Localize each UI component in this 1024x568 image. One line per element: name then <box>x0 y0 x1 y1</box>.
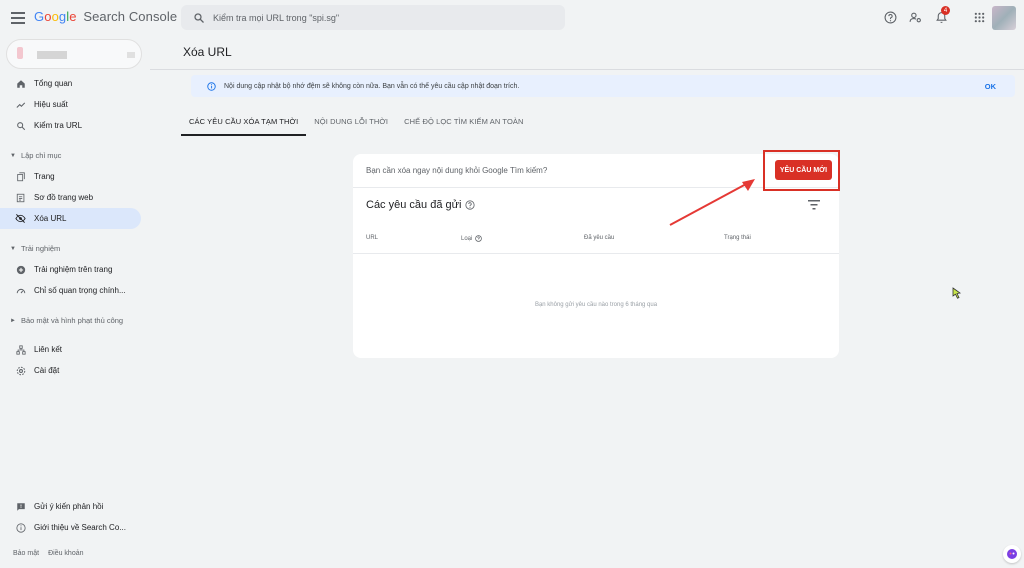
search-icon <box>194 12 204 23</box>
manage-users-icon[interactable] <box>906 8 924 26</box>
sidebar-item-label: Trang <box>34 172 55 181</box>
apps-grid-icon[interactable] <box>970 8 988 26</box>
menu-icon[interactable] <box>10 10 26 26</box>
notification-badge: 4 <box>941 6 950 15</box>
help-icon[interactable] <box>881 8 899 26</box>
new-request-button[interactable]: YÊU CẦU MỚI <box>775 160 832 180</box>
column-header-url[interactable]: URL <box>366 235 378 241</box>
logo-letter: e <box>69 9 77 24</box>
card-header: Bạn cần xóa ngay nội dung khỏi Google Tì… <box>353 150 840 191</box>
requests-card: Bạn cần xóa ngay nội dung khỏi Google Tì… <box>353 150 840 358</box>
help-icon[interactable] <box>465 200 476 210</box>
sidebar-item-label: Trải nghiệm trên trang <box>34 265 113 274</box>
sidebar-item-overview[interactable]: Tổng quan <box>0 73 141 94</box>
section-label: Trải nghiệm <box>20 244 61 253</box>
chevron-down-icon: ▼ <box>10 245 16 252</box>
card-heading: Các yêu cầu đã gửi <box>366 199 476 211</box>
notifications-icon[interactable]: 4 <box>932 6 950 26</box>
banner-text: Nội dung cập nhật bộ nhớ đệm sẽ không cò… <box>224 82 520 90</box>
tab-safesearch-filtering[interactable]: CHẾ ĐỘ LỌC TÌM KIẾM AN TOÀN <box>396 112 531 136</box>
sidebar-item-label: Giới thiệu về Search Co... <box>34 523 126 532</box>
links-icon <box>15 344 26 355</box>
sidebar-item-label: Tổng quan <box>34 79 73 88</box>
sidebar: Tổng quan Hiệu suất Kiểm tra URL ▼ Lập ch… <box>0 36 150 568</box>
chevron-right-icon: ► <box>10 317 16 324</box>
footer-links: Bảo mật Điều khoản <box>13 550 93 557</box>
property-selector[interactable] <box>6 39 142 69</box>
sidebar-item-removals[interactable]: Xóa URL <box>0 208 141 229</box>
trending-up-icon <box>15 99 26 110</box>
sitemap-icon <box>15 192 26 203</box>
url-inspect-search[interactable] <box>181 5 565 30</box>
page-icon <box>15 171 26 182</box>
filter-icon[interactable] <box>808 200 820 210</box>
sidebar-item-label: Liên kết <box>34 345 63 354</box>
empty-state-message: Bạn không gửi yêu cầu nào trong 6 tháng … <box>534 302 658 308</box>
sidebar-item-about[interactable]: Giới thiệu về Search Co... <box>0 517 141 538</box>
column-header-status[interactable]: Trạng thái <box>724 235 751 241</box>
plus-circle-icon <box>15 264 26 275</box>
page-title: Xóa URL <box>183 45 232 59</box>
sidebar-item-feedback[interactable]: Gửi ý kiến phản hồi <box>0 496 141 517</box>
table-header-divider <box>353 253 839 254</box>
sidebar-item-label: Hiệu suất <box>34 100 68 109</box>
sidebar-item-page-experience[interactable]: Trải nghiệm trên trang <box>0 259 141 280</box>
banner-ok-button[interactable]: OK <box>985 82 996 91</box>
section-experience[interactable]: ▼ Trải nghiệm <box>10 244 60 253</box>
sidebar-item-label: Kiểm tra URL <box>34 121 83 130</box>
privacy-link[interactable]: Bảo mật <box>13 550 39 557</box>
speed-icon <box>15 285 26 296</box>
section-label: Lập chỉ mục <box>20 151 62 160</box>
info-icon <box>207 81 216 91</box>
account-avatar[interactable] <box>992 6 1016 30</box>
sidebar-item-label: Sơ đồ trang web <box>34 193 94 202</box>
terms-link[interactable]: Điều khoản <box>48 550 83 557</box>
eye-off-icon <box>15 213 26 224</box>
search-icon <box>15 120 26 131</box>
sidebar-item-label: Xóa URL <box>34 214 67 223</box>
sidebar-item-core-web-vitals[interactable]: Chỉ số quan trọng chính... <box>0 280 141 301</box>
sidebar-item-label: Gửi ý kiến phản hồi <box>34 502 104 511</box>
product-name: Search Console <box>83 9 178 24</box>
logo-letter: o <box>51 9 59 24</box>
info-icon <box>15 522 26 533</box>
top-bar: Google Search Console 4 <box>0 0 1024 36</box>
tab-outdated-content[interactable]: NỘI DUNG LỖI THỜI <box>306 112 396 136</box>
home-icon <box>15 78 26 89</box>
sidebar-item-links[interactable]: Liên kết <box>0 339 141 360</box>
mouse-cursor-icon <box>952 287 962 299</box>
info-banner: Nội dung cập nhật bộ nhớ đệm sẽ không cò… <box>191 75 1015 97</box>
sidebar-item-url-inspection[interactable]: Kiểm tra URL <box>0 115 141 136</box>
sidebar-item-label: Cài đặt <box>34 366 60 375</box>
column-header-type[interactable]: Loại <box>461 235 483 242</box>
chevron-down-icon: ▼ <box>10 152 16 159</box>
section-indexing[interactable]: ▼ Lập chỉ mục <box>10 151 61 160</box>
app-logo[interactable]: Google Search Console <box>34 9 177 24</box>
tab-bar: CÁC YÊU CẦU XÓA TẠM THỜI NỘI DUNG LỖI TH… <box>181 112 532 136</box>
column-header-requested[interactable]: Đã yêu cầu <box>584 235 614 241</box>
assistant-bubble-icon[interactable] <box>1003 545 1021 563</box>
tab-temporary-removals[interactable]: CÁC YÊU CẦU XÓA TẠM THỜI <box>181 112 307 136</box>
feedback-icon <box>15 501 26 512</box>
help-icon[interactable] <box>475 235 483 242</box>
card-question: Bạn cần xóa ngay nội dung khỏi Google Tì… <box>366 166 548 175</box>
section-security[interactable]: ► Bảo mật và hình phạt thủ công <box>10 316 123 325</box>
header-divider <box>150 69 1024 70</box>
sidebar-item-settings[interactable]: Cài đặt <box>0 360 141 381</box>
sidebar-item-label: Chỉ số quan trọng chính... <box>34 286 126 295</box>
settings-icon <box>15 365 26 376</box>
sidebar-item-performance[interactable]: Hiệu suất <box>0 94 141 115</box>
highlight-box: YÊU CẦU MỚI <box>763 150 840 191</box>
logo-letter: o <box>44 9 52 24</box>
section-label: Bảo mật và hình phạt thủ công <box>20 316 124 325</box>
sidebar-item-pages[interactable]: Trang <box>0 166 141 187</box>
column-header-label: Loại <box>461 235 473 242</box>
card-heading-text: Các yêu cầu đã gửi <box>366 199 462 211</box>
logo-letter: G <box>34 9 45 24</box>
search-input[interactable] <box>213 12 543 23</box>
sidebar-item-sitemaps[interactable]: Sơ đồ trang web <box>0 187 141 208</box>
